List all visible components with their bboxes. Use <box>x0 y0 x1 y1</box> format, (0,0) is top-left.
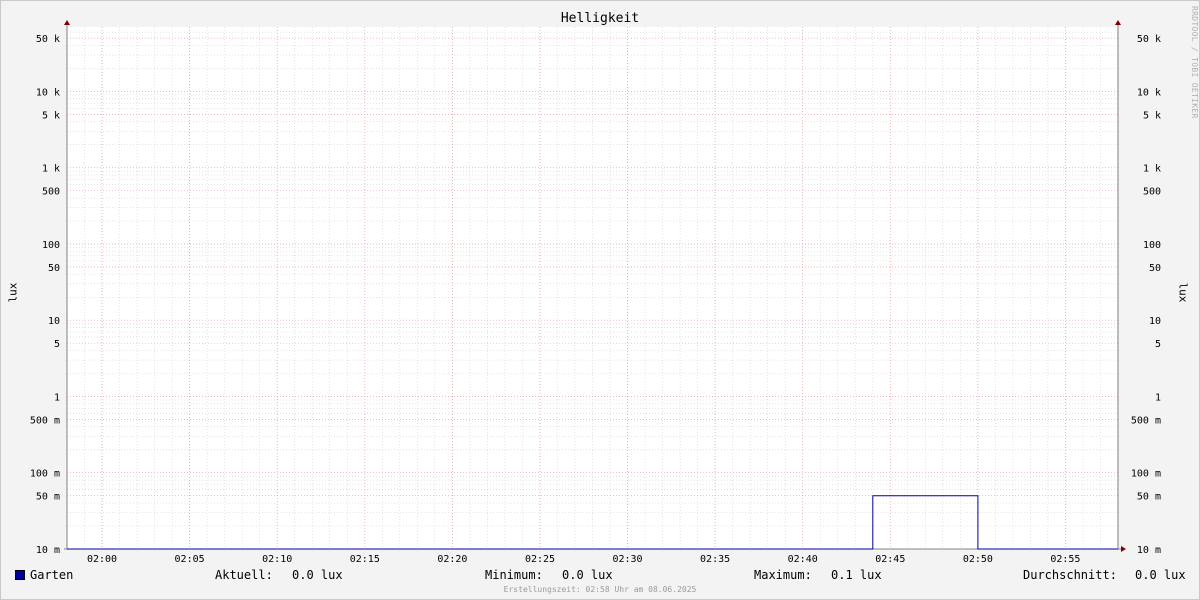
y-tick-label-left: 5 <box>54 339 60 350</box>
y-tick-label-right: 100 <box>1143 240 1161 251</box>
x-tick-label: 02:10 <box>262 554 292 565</box>
y-tick-label-left: 1 <box>54 393 60 404</box>
y-tick-label-right: 500 m <box>1131 415 1161 426</box>
chart-title: Helligkeit <box>560 11 640 26</box>
y-tick-label-right: 10 k <box>1137 87 1161 98</box>
y-tick-label-left: 50 <box>48 263 60 274</box>
creation-timestamp: Erstellungszeit: 02:58 Uhr am 08.06.2025 <box>503 585 697 594</box>
legend-min-value: 0.0 lux <box>562 568 613 582</box>
y-tick-label-right: 50 <box>1149 263 1161 274</box>
y-tick-label-right: 50 m <box>1137 492 1161 503</box>
y-tick-label-left: 100 <box>42 240 60 251</box>
y-tick-label-right: 10 <box>1149 316 1161 327</box>
y-tick-label-left: 1 k <box>42 164 60 175</box>
legend-current-label: Aktuell: <box>215 568 273 582</box>
legend-min-label: Minimum: <box>485 568 543 582</box>
y-tick-label-left: 5 k <box>42 110 60 121</box>
y-tick-label-left: 100 m <box>30 469 60 480</box>
x-axis-arrow <box>1121 546 1126 552</box>
legend-max-label: Maximum: <box>754 568 812 582</box>
x-tick-label: 02:30 <box>612 554 642 565</box>
legend-current-value: 0.0 lux <box>292 568 343 582</box>
y-tick-label-left: 50 k <box>36 34 60 45</box>
rrdtool-watermark: RRDTOOL / TOBI OETIKER <box>1190 6 1199 119</box>
x-tick-label: 02:00 <box>87 554 117 565</box>
chart: 10 m 10 m 50 m 50 m 100 m 100 m 500 m 500 m 1 1 5 5… <box>30 20 1161 565</box>
y-tick-label-right: 50 k <box>1137 34 1161 45</box>
legend-avg-value: 0.0 lux <box>1135 568 1186 582</box>
x-tick-label: 02:45 <box>875 554 905 565</box>
x-tick-label: 02:05 <box>175 554 205 565</box>
y-tick-label-right: 10 m <box>1137 545 1161 556</box>
x-tick-label: 02:55 <box>1050 554 1080 565</box>
y-tick-label-right: 5 <box>1155 339 1161 350</box>
y-tick-label-left: 500 m <box>30 415 60 426</box>
x-tick-label: 02:25 <box>525 554 555 565</box>
x-tick-label: 02:15 <box>350 554 380 565</box>
legend: Garten Aktuell: 0.0 lux Minimum: 0.0 lux… <box>0 568 1200 584</box>
y-axis-label-right: lux <box>1176 282 1190 303</box>
x-tick-label: 02:40 <box>788 554 818 565</box>
x-tick-label: 02:50 <box>963 554 993 565</box>
legend-series-name: Garten <box>30 568 74 582</box>
y-tick-label-left: 10 m <box>36 545 60 556</box>
y-tick-label-right: 500 <box>1143 187 1161 198</box>
x-tick-label: 02:20 <box>437 554 467 565</box>
y-tick-label-left: 50 m <box>36 492 60 503</box>
y-tick-label-left: 10 <box>48 316 60 327</box>
y-tick-label-left: 10 k <box>36 87 60 98</box>
y-tick-label-right: 1 <box>1155 393 1161 404</box>
y-tick-label-left: 500 <box>42 187 60 198</box>
legend-max-value: 0.1 lux <box>831 568 882 582</box>
y-axis-label-left: lux <box>6 282 20 303</box>
y-tick-label-right: 100 m <box>1131 469 1161 480</box>
legend-avg-label: Durchschnitt: <box>1023 568 1117 582</box>
y-tick-label-right: 1 k <box>1143 164 1161 175</box>
y-tick-label-right: 5 k <box>1143 110 1161 121</box>
x-tick-label: 02:35 <box>700 554 730 565</box>
